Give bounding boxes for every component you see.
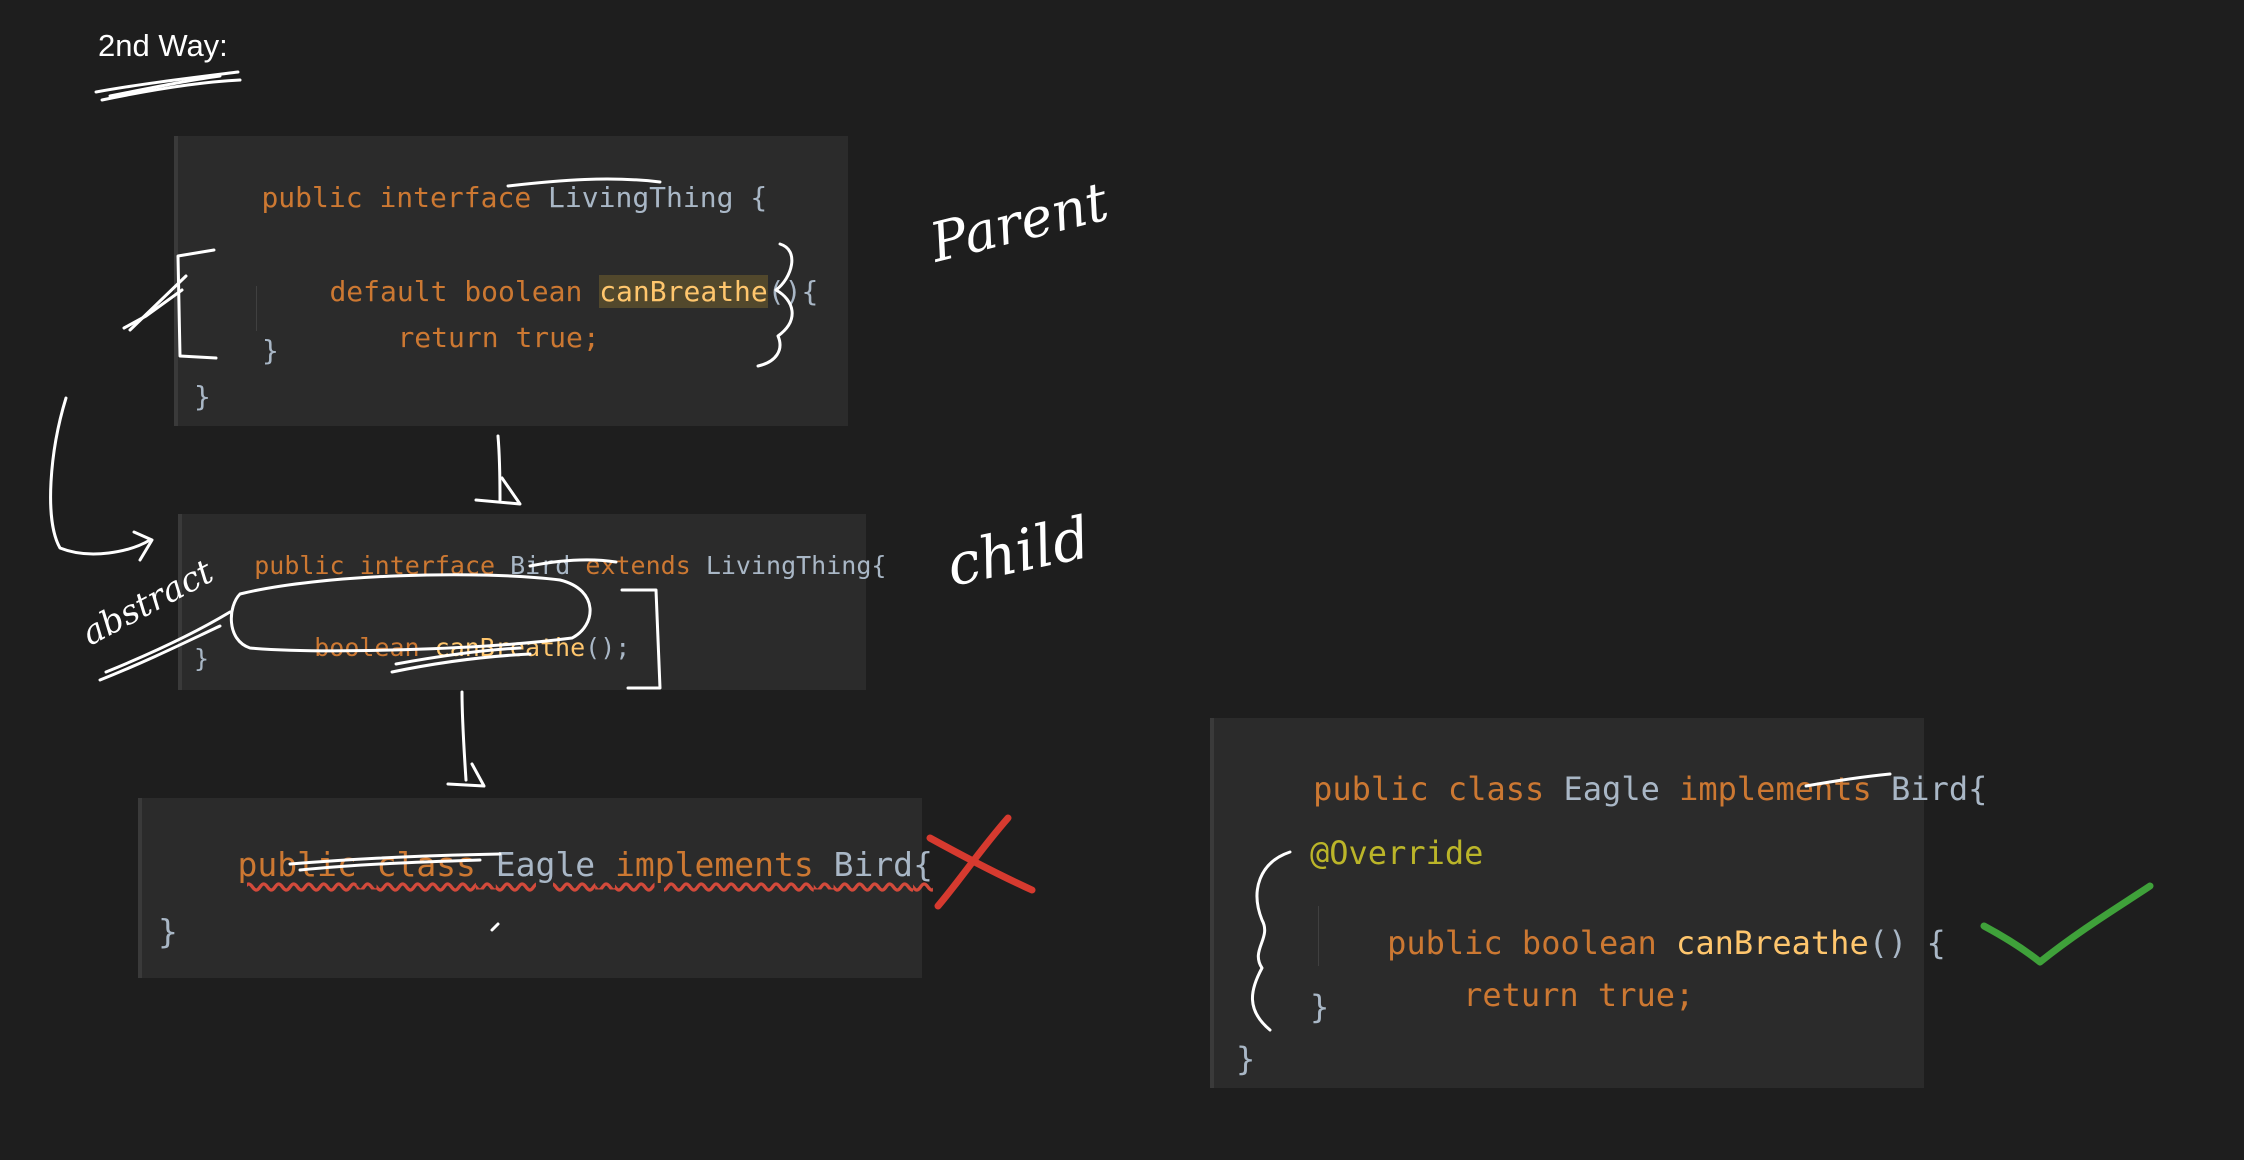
note-child: child [941, 503, 1096, 599]
code-panel-eagle-error: public class Eagle implements Bird{ } [138, 798, 933, 978]
code-line-return: return true; [397, 321, 600, 354]
code-line-eagle-declaration: public class Eagle implements Bird{ [1313, 770, 1988, 808]
code-line-override-method-close: } [1310, 988, 1330, 1026]
note-parent: Parent [923, 170, 1114, 275]
code-line-eagle-declaration-error: public class Eagle implements Bird{ [237, 845, 933, 884]
code-line-override-return: return true; [1463, 976, 1695, 1014]
code-line-bird-declaration: public interface Bird extends LivingThin… [254, 551, 887, 580]
code-line-interface-declaration: public interface LivingThing { [261, 181, 768, 214]
code-line-eagle-close: } [1236, 1040, 1256, 1078]
code-line-eagle-close-error: } [158, 912, 178, 951]
code-line-abstract-method: boolean canBreathe(); [314, 633, 631, 662]
code-line-bird-close: } [194, 644, 210, 673]
code-line-method-close: } [262, 334, 279, 367]
highlighted-method-name: canBreathe [599, 275, 768, 308]
heading-2nd-way: 2nd Way: [98, 28, 228, 63]
code-panel-living-thing: public interface LivingThing { default b… [174, 136, 848, 426]
code-panel-bird: public interface Bird extends LivingThin… [178, 514, 886, 690]
code-panel-eagle-correct: public class Eagle implements Bird{ @Ove… [1210, 718, 1987, 1088]
code-line-interface-close: } [194, 380, 211, 413]
code-line-override-annotation: @Override [1310, 834, 1484, 872]
